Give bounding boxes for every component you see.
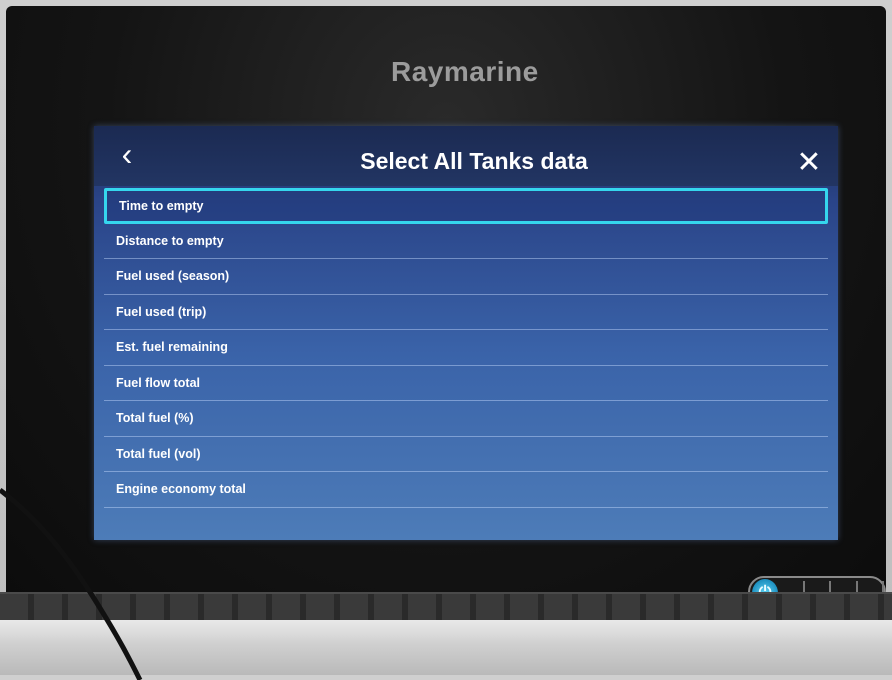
- list-item-label: Engine economy total: [116, 482, 246, 497]
- close-button[interactable]: ✕: [792, 148, 826, 182]
- list-item-label: Fuel used (season): [116, 269, 230, 284]
- list-item-label: Est. fuel remaining: [116, 340, 228, 355]
- list-item-label: Fuel flow total: [116, 375, 201, 390]
- dialog-header: ‹ Select All Tanks data ✕: [94, 126, 838, 186]
- list-item-fuel-flow-total[interactable]: Fuel flow total: [104, 366, 828, 401]
- dialog-title: Select All Tanks data: [360, 148, 588, 174]
- chevron-left-icon: ‹: [121, 136, 133, 172]
- list-item-distance-to-empty[interactable]: Distance to empty: [104, 224, 828, 259]
- display-screen: ‹ Select All Tanks data ✕ Time to empty …: [94, 126, 838, 540]
- list-item-label: Total fuel (vol): [116, 446, 201, 461]
- list-item-label: Fuel used (trip): [116, 304, 207, 319]
- list-item-total-fuel-percent[interactable]: Total fuel (%): [104, 401, 828, 437]
- list-item-label: Distance to empty: [116, 233, 224, 248]
- data-list: Time to empty Distance to empty Fuel use…: [104, 188, 828, 508]
- device-bezel: Raymarine ‹ Select All Tanks data ✕ Time…: [6, 6, 886, 610]
- list-item-engine-economy-total[interactable]: Engine economy total: [104, 472, 828, 508]
- list-item-total-fuel-vol[interactable]: Total fuel (vol): [104, 437, 828, 472]
- list-item-label: Time to empty: [119, 198, 204, 213]
- close-icon: ✕: [796, 146, 822, 179]
- list-item-fuel-used-trip[interactable]: Fuel used (trip): [104, 295, 828, 330]
- list-item-est-fuel-remaining[interactable]: Est. fuel remaining: [104, 330, 828, 366]
- list-item-fuel-used-season[interactable]: Fuel used (season): [104, 259, 828, 295]
- list-item-time-to-empty[interactable]: Time to empty: [104, 188, 828, 224]
- list-item-label: Total fuel (%): [116, 411, 194, 426]
- back-button[interactable]: ‹: [112, 138, 142, 172]
- brand-logo: Raymarine: [391, 56, 539, 87]
- shelf-surface: [0, 620, 892, 675]
